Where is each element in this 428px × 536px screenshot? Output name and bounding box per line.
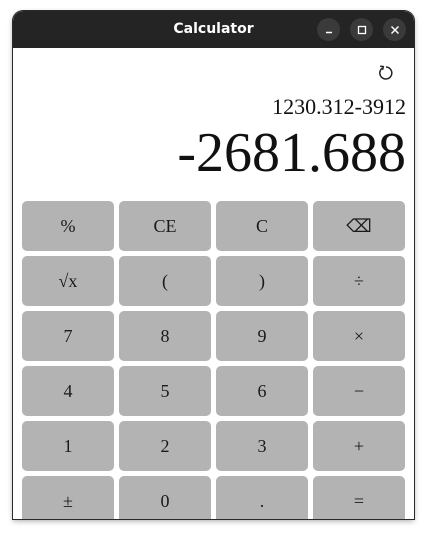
add-key[interactable]: + [313,421,405,471]
close-icon [390,25,399,34]
backspace-key[interactable]: ⌫ [313,201,405,251]
result-display: -2681.688 [177,122,406,184]
digit-3-key[interactable]: 3 [216,421,308,471]
divide-key[interactable]: ÷ [313,256,405,306]
square-root-key[interactable]: √x [22,256,114,306]
digit-6-key[interactable]: 6 [216,366,308,416]
digit-9-key[interactable]: 9 [216,311,308,361]
title-bar: Calculator [13,11,414,48]
digit-5-key[interactable]: 5 [119,366,211,416]
clear-key[interactable]: C [216,201,308,251]
equals-key[interactable]: = [313,476,405,519]
digit-8-key[interactable]: 8 [119,311,211,361]
history-icon [379,65,393,80]
digit-4-key[interactable]: 4 [22,366,114,416]
digit-2-key[interactable]: 2 [119,421,211,471]
maximize-icon [357,25,366,34]
close-paren-key[interactable]: ) [216,256,308,306]
calculator-body: 1230.312-3912 -2681.688 % CE C ⌫ √x() ÷ 7 8 9 × 4 5… [13,48,414,519]
history-button[interactable] [375,62,397,84]
decimal-key[interactable]: . [216,476,308,519]
digit-7-key[interactable]: 7 [22,311,114,361]
calculator-window: Calculator 1230.312-3912 -2681.688 % CE … [13,11,414,519]
digit-0-key[interactable]: 0 [119,476,211,519]
negate-key[interactable]: ± [22,476,114,519]
close-button[interactable] [383,18,406,41]
clear-entry-key[interactable]: CE [119,201,211,251]
multiply-key[interactable]: × [313,311,405,361]
minimize-icon [325,31,332,33]
expression-display: 1230.312-3912 [272,94,406,119]
minimize-button[interactable] [317,18,340,41]
open-paren-key[interactable]: ( [119,256,211,306]
subtract-key[interactable]: − [313,366,405,416]
percent-key[interactable]: % [22,201,114,251]
keypad: % CE C ⌫ √x() ÷ 7 8 9 × 4 5 6− 1 2 3 + ±0. = [22,201,406,519]
maximize-button[interactable] [350,18,373,41]
digit-1-key[interactable]: 1 [22,421,114,471]
